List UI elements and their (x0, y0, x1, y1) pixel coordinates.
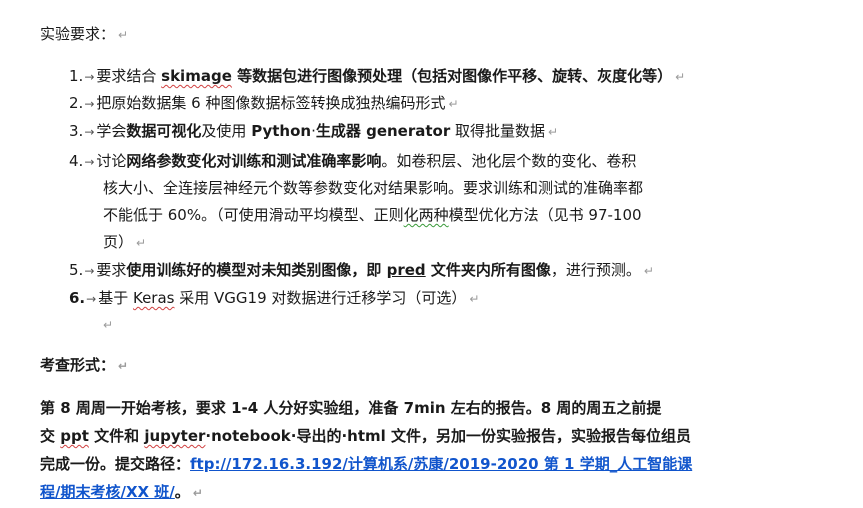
ftp-link[interactable]: ftp://172.16.3.192/计算机系/苏康/2019-2020 第 1… (190, 455, 692, 473)
paragraph-mark: ↵ (448, 97, 459, 111)
list-item-6: 6.→ 基于 Keras 采用 VGG19 对数据进行迁移学习（可选） ↵ (69, 287, 479, 309)
ftp-link-continued[interactable]: 程/期末考核/XX 班/ (40, 483, 175, 501)
assessment-paragraph-line-4: 程/期末考核/XX 班/。 ↵ (40, 483, 203, 501)
assessment-paragraph-line-2: 交 ppt 文件和 jupyter·notebook·导出的·html 文件，另… (40, 427, 692, 445)
paragraph-mark: ↵ (548, 125, 559, 139)
list-item-3: 3.→ 学会数据可视化及使用 Python·生成器 generator 取得批量数… (69, 120, 558, 142)
list-number: 4. (69, 152, 84, 170)
list-item-text: 要求使用训练好的模型对未知类别图像，即 pred 文件夹内所有图像，进行预测。 (96, 261, 641, 279)
list-item-1: 1.→ 要求结合 skimage 等数据包进行图像预处理（包括对图像作平移、旋转、… (69, 65, 685, 87)
section-title-assessment: 考查形式： ↵ (40, 356, 129, 374)
paragraph-mark: ↵ (675, 70, 686, 84)
list-item-4-line-4: 页） ↵ (103, 233, 147, 251)
tab-arrow-icon: → (86, 292, 97, 306)
list-item-2: 2.→ 把原始数据集 6 种图像数据标签转换成独热编码形式 ↵ (69, 92, 459, 114)
paragraph-mark: ↵ (192, 486, 203, 500)
list-item-4: 4.→ 讨论网络参数变化对训练和测试准确率影响。如卷积层、池化层个数的变化、卷积 (69, 150, 636, 172)
assessment-paragraph-line-3: 完成一份。提交路径：ftp://172.16.3.192/计算机系/苏康/201… (40, 455, 693, 473)
empty-paragraph: ↵ (100, 313, 113, 335)
assessment-paragraph-line-1: 第 8 周周一开始考核，要求 1-4 人分好实验组，准备 7min 左右的报告。… (40, 399, 662, 417)
list-item-text: 学会数据可视化及使用 Python·生成器 generator 取得批量数据 (96, 122, 546, 140)
list-number: 6. (69, 289, 86, 307)
paragraph-mark: ↵ (469, 292, 480, 306)
heading-requirements: 实验要求： ↵ (40, 25, 129, 43)
list-item-text: 讨论网络参数变化对训练和测试准确率影响。如卷积层、池化层个数的变化、卷积 (96, 152, 637, 170)
list-item-4-line-2: 核大小、全连接层神经元个数等参数变化对结果影响。要求训练和测试的准确率都 (103, 179, 644, 197)
paragraph-mark: ↵ (103, 318, 114, 332)
tab-arrow-icon: → (84, 70, 95, 84)
list-number: 1. (69, 67, 84, 85)
list-item-text: 把原始数据集 6 种图像数据标签转换成独热编码形式 (96, 94, 446, 112)
list-item-4-line-3: 不能低于 60%。（可使用滑动平均模型、正则化两种模型优化方法（见书 97-10… (103, 206, 642, 224)
list-number: 5. (69, 261, 84, 279)
tab-arrow-icon: → (84, 155, 95, 169)
tab-arrow-icon: → (84, 264, 95, 278)
list-item-5: 5.→ 要求使用训练好的模型对未知类别图像，即 pred 文件夹内所有图像，进行预… (69, 259, 654, 281)
paragraph-mark: ↵ (118, 359, 129, 373)
tab-arrow-icon: → (84, 125, 95, 139)
tab-arrow-icon: → (84, 97, 95, 111)
paragraph-mark: ↵ (136, 236, 147, 250)
document-page: 实验要求： ↵ 1.→ 要求结合 skimage 等数据包进行图像预处理（包括对图像… (0, 0, 863, 508)
list-number: 3. (69, 122, 84, 140)
list-number: 2. (69, 94, 84, 112)
list-item-text: 基于 Keras 采用 VGG19 对数据进行迁移学习（可选） (98, 289, 467, 307)
paragraph-mark: ↵ (643, 264, 654, 278)
list-item-text: 要求结合 skimage 等数据包进行图像预处理（包括对图像作平移、旋转、灰度化… (96, 67, 673, 85)
paragraph-mark: ↵ (118, 28, 129, 42)
